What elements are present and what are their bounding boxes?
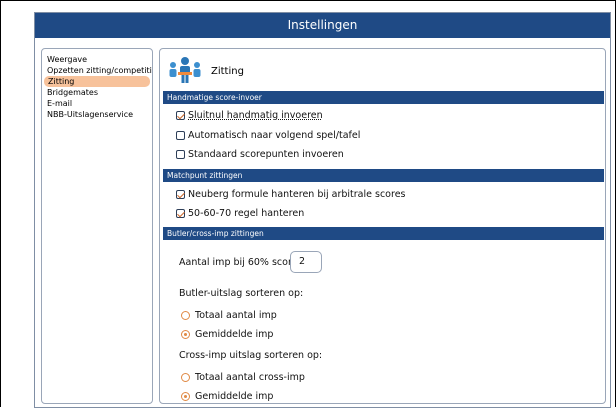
checkbox-label: Automatisch naar volgend spel/tafel xyxy=(188,130,361,141)
checkbox-neuberg[interactable]: Neuberg formule hanteren bij arbitrale s… xyxy=(176,189,405,200)
checkbox-unchecked-icon[interactable] xyxy=(176,150,185,159)
imp-input[interactable]: 2 xyxy=(290,251,322,273)
checkbox-checked-icon[interactable] xyxy=(176,209,185,218)
checkbox-label: Standaard scorepunten invoeren xyxy=(188,149,344,160)
radio-butler-gemiddelde[interactable]: Gemiddelde imp xyxy=(181,329,273,340)
checkbox-checked-icon[interactable] xyxy=(176,111,185,120)
window-title: Instellingen xyxy=(35,13,610,38)
radio-butler-totaal[interactable]: Totaal aantal imp xyxy=(181,310,277,321)
checkbox-label: Sluitnul handmatig invoeren xyxy=(188,110,323,121)
checkbox-standaard-scorepunten[interactable]: Standaard scorepunten invoeren xyxy=(176,149,344,160)
sidebar-item-zitting[interactable]: Zitting xyxy=(44,76,150,87)
cross-sort-label: Cross-imp uitslag sorteren op: xyxy=(179,350,323,361)
radio-label: Totaal aantal cross-imp xyxy=(195,372,305,383)
radio-unselected-icon[interactable] xyxy=(181,311,190,320)
checkbox-label: Neuberg formule hanteren bij arbitrale s… xyxy=(188,189,406,200)
content-title: Zitting xyxy=(211,66,244,77)
people-group-icon xyxy=(169,57,201,83)
radio-cross-totaal[interactable]: Totaal aantal cross-imp xyxy=(181,372,305,383)
section-matchpoint: Matchpunt zittingen xyxy=(163,169,604,182)
radio-unselected-icon[interactable] xyxy=(181,373,190,382)
radio-selected-icon[interactable] xyxy=(181,392,190,401)
sidebar-item-bridgemates[interactable]: Bridgemates xyxy=(42,87,152,98)
checkbox-unchecked-icon[interactable] xyxy=(176,131,185,140)
sidebar-item-opzetten[interactable]: Opzetten zitting/competitie xyxy=(42,65,152,76)
screen: Instellingen Weergave Opzetten zitting/c… xyxy=(0,0,616,408)
section-manual-score: Handmatige score-invoer xyxy=(163,91,604,104)
radio-cross-gemiddelde[interactable]: Gemiddelde imp xyxy=(181,391,273,402)
settings-content: Zitting Handmatige score-invoer Sluitnul… xyxy=(159,48,606,404)
checkbox-sluitnul[interactable]: Sluitnul handmatig invoeren xyxy=(176,110,323,121)
settings-window: Instellingen Weergave Opzetten zitting/c… xyxy=(34,12,611,408)
sidebar-item-weergave[interactable]: Weergave xyxy=(42,54,152,65)
section-butler: Butler/cross-imp zittingen xyxy=(163,227,604,240)
checkbox-label: 50-60-70 regel hanteren xyxy=(188,208,305,219)
checkbox-checked-icon[interactable] xyxy=(176,190,185,199)
sidebar-item-nbb-uitslagenservice[interactable]: NBB-Uitslagenservice xyxy=(42,109,152,120)
checkbox-50-60-70[interactable]: 50-60-70 regel hanteren xyxy=(176,208,304,219)
checkbox-automatisch[interactable]: Automatisch naar volgend spel/tafel xyxy=(176,130,360,141)
radio-label: Totaal aantal imp xyxy=(195,310,277,321)
radio-label: Gemiddelde imp xyxy=(195,329,274,340)
settings-sidebar: Weergave Opzetten zitting/competitie Zit… xyxy=(41,48,153,404)
radio-label: Gemiddelde imp xyxy=(195,391,274,402)
sidebar-item-email[interactable]: E-mail xyxy=(42,98,152,109)
imp-label: Aantal imp bij 60% score: xyxy=(179,257,301,268)
radio-selected-icon[interactable] xyxy=(181,330,190,339)
butler-sort-label: Butler-uitslag sorteren op: xyxy=(179,288,304,299)
